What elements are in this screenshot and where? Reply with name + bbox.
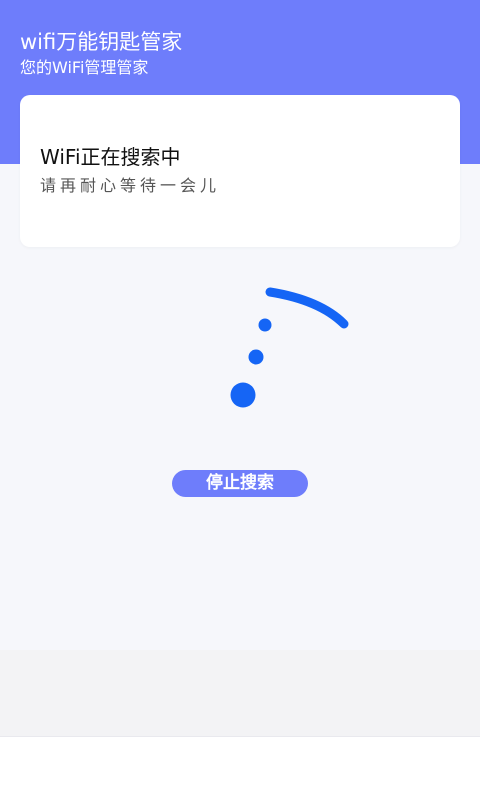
status-card: WiFi正在搜索中 请再耐心等待一会儿: [20, 95, 460, 247]
footer-area: [0, 650, 480, 736]
bottom-bar: [0, 736, 480, 801]
spinner-dot: [248, 349, 264, 365]
search-status-title: WiFi正在搜索中: [40, 145, 181, 169]
spinner-arc: [265, 287, 349, 329]
stop-search-button[interactable]: 停止搜索: [172, 470, 308, 497]
loading-spinner-icon: [230, 287, 349, 408]
app-subtitle: 您的WiFi管理管家: [20, 58, 149, 77]
app-title: wifi万能钥匙管家: [20, 30, 183, 54]
spinner-dot: [258, 318, 272, 332]
search-status-subtitle: 请再耐心等待一会儿: [40, 176, 221, 195]
spinner-dot: [230, 382, 256, 408]
